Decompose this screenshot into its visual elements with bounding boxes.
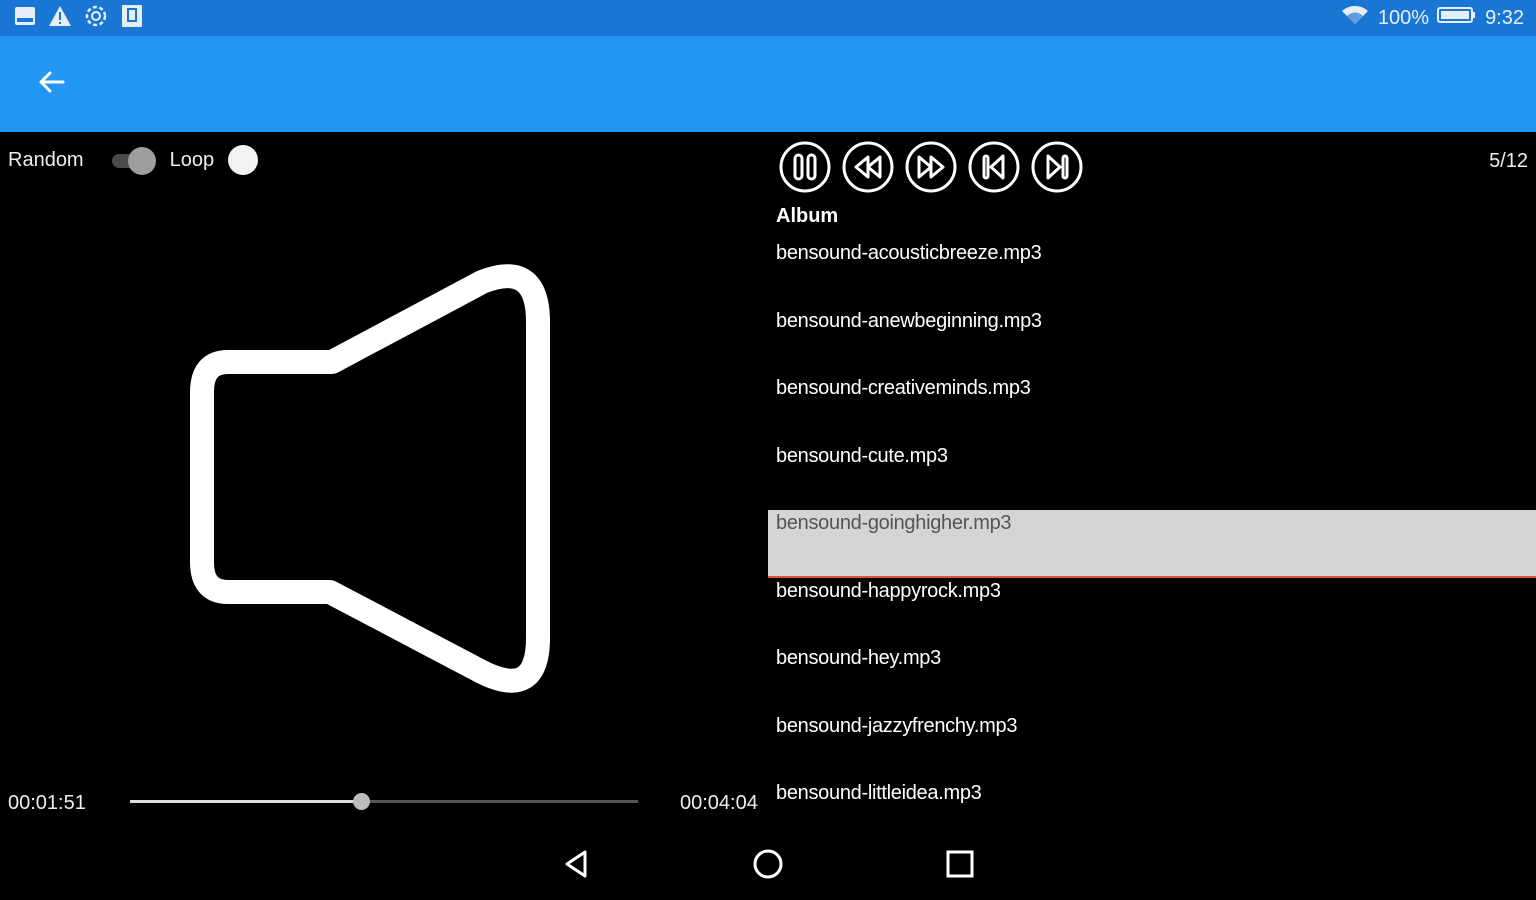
nav-home-icon [751, 847, 785, 886]
loop-label: Loop [169, 148, 215, 171]
arrow-back-icon [37, 67, 67, 102]
random-switch-thumb [127, 147, 156, 175]
playlist-item[interactable]: bensound-hey.mp3 [768, 645, 1536, 713]
speaker-icon [170, 262, 570, 702]
track-name: bensound-jazzyfrenchy.mp3 [776, 714, 1018, 737]
nav-back-icon [561, 848, 593, 885]
status-bar: 100% 9:32 [0, 0, 1536, 36]
status-time: 9:32 [1485, 6, 1524, 29]
playlist-item[interactable]: bensound-cute.mp3 [768, 443, 1536, 511]
fast-forward-icon [904, 141, 958, 198]
pause-button[interactable] [778, 140, 832, 194]
album-heading: Album [776, 205, 839, 227]
playlist-item[interactable]: bensound-creativeminds.mp3 [768, 375, 1536, 443]
total-time: 00:04:04 [680, 792, 758, 814]
track-name: bensound-cute.mp3 [776, 444, 948, 467]
playlist-item[interactable]: bensound-jazzyfrenchy.mp3 [768, 713, 1536, 781]
toggle-row: Random Loop [8, 142, 259, 178]
system-nav-bar [0, 832, 1536, 900]
track-name: bensound-creativeminds.mp3 [776, 377, 1031, 399]
seek-bar[interactable] [130, 790, 638, 814]
settings-gear-icon [84, 4, 108, 33]
skip-previous-icon [967, 141, 1021, 198]
random-switch[interactable] [110, 147, 156, 175]
nav-home-button[interactable] [744, 842, 792, 890]
current-time: 00:01:51 [8, 792, 86, 814]
image-icon [14, 6, 36, 31]
warning-icon [48, 5, 72, 32]
skip-next-button[interactable] [1030, 140, 1084, 194]
loop-switch[interactable] [228, 145, 259, 175]
clipboard-icon [120, 4, 144, 33]
skip-next-icon [1030, 141, 1084, 198]
rewind-icon [841, 141, 895, 198]
battery-icon [1437, 5, 1477, 31]
seek-fill [130, 800, 362, 803]
playlist-item[interactable]: bensound-happyrock.mp3 [768, 578, 1536, 646]
fast-forward-button[interactable] [904, 140, 958, 194]
nav-back-button[interactable] [553, 842, 601, 890]
nav-recents-button[interactable] [936, 842, 984, 890]
random-label: Random [8, 148, 84, 171]
status-system-icons: 100% 9:32 [1340, 4, 1524, 32]
app-bar [0, 36, 1536, 132]
wifi-icon [1340, 4, 1370, 32]
track-name: bensound-acousticbreeze.mp3 [776, 242, 1042, 264]
track-name: bensound-goinghigher.mp3 [776, 512, 1012, 534]
nav-recents-icon [945, 849, 975, 884]
playlist-item-selected[interactable]: bensound-goinghigher.mp3 [768, 510, 1536, 578]
skip-previous-button[interactable] [967, 140, 1021, 194]
playlist-item[interactable]: bensound-anewbeginning.mp3 [768, 308, 1536, 376]
playlist: bensound-acousticbreeze.mp3 bensound-ane… [768, 240, 1536, 848]
playback-controls [778, 140, 1084, 194]
track-name: bensound-hey.mp3 [776, 647, 941, 669]
pause-icon [778, 141, 832, 198]
track-name: bensound-anewbeginning.mp3 [776, 309, 1042, 332]
playlist-item[interactable]: bensound-acousticbreeze.mp3 [768, 240, 1536, 308]
track-counter: 5/12 [1489, 150, 1528, 172]
status-notification-icons [14, 4, 144, 33]
back-button[interactable] [30, 66, 74, 102]
track-name: bensound-happyrock.mp3 [776, 579, 1001, 602]
track-name: bensound-littleidea.mp3 [776, 782, 982, 804]
battery-percent: 100% [1377, 6, 1430, 29]
seek-thumb[interactable] [353, 793, 371, 810]
rewind-button[interactable] [841, 140, 895, 194]
